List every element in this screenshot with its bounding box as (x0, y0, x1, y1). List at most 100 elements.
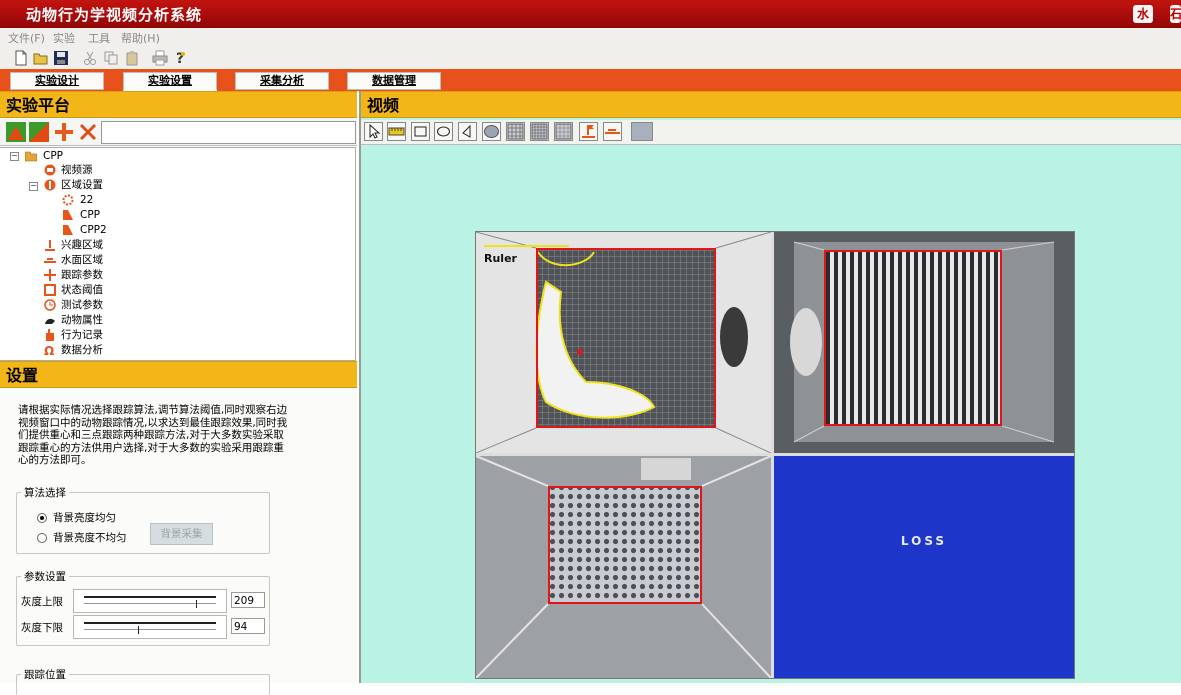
tree-item-region-cpp2[interactable]: CPP2 (80, 223, 107, 237)
filled-ellipse-icon (484, 125, 499, 138)
flag-icon (582, 125, 595, 138)
params-group-title: 参数设置 (21, 569, 69, 584)
tree-item-video-source[interactable]: 视频源 (61, 163, 93, 177)
roi-rectangle-1[interactable] (536, 248, 716, 428)
color-tool[interactable] (631, 122, 653, 141)
water-region-icon (44, 258, 56, 263)
tree-item-tracking-params[interactable]: 跟踪参数 (61, 268, 103, 282)
animal-attributes-icon (45, 318, 55, 324)
grid-tool-2[interactable] (530, 122, 549, 141)
open-folder-icon[interactable] (33, 50, 49, 66)
radio-uniform[interactable] (37, 513, 47, 523)
experiment-tree: − CPP 视频源 − 区域设置 22 CPP CPP2 兴趣区域 水面区域 跟… (0, 147, 356, 361)
help-icon[interactable]: ? (172, 50, 188, 66)
video-window: Ruler LOSS (475, 231, 1075, 679)
new-file-icon[interactable] (13, 50, 29, 66)
lower-limit-label: 灰度下限 (21, 622, 63, 634)
interest-region-icon (45, 240, 55, 251)
tab-experiment-design[interactable]: 实验设计 (10, 72, 104, 90)
camera-view-3 (476, 456, 771, 678)
algorithm-group-title: 算法选择 (21, 485, 69, 500)
lower-limit-value[interactable]: 94 (231, 618, 265, 634)
ellipse-icon (437, 126, 450, 137)
ruler-icon (388, 127, 405, 136)
menu-bar: 文件(F) 实验 工具 帮助(H) (0, 28, 1181, 48)
cut-icon[interactable] (82, 50, 98, 66)
tree-item-test-params[interactable]: 测试参数 (61, 298, 103, 312)
tree-item-animal-attributes[interactable]: 动物属性 (61, 313, 103, 327)
tracking-position-group: 跟踪位置 (16, 667, 270, 695)
tree-item-state-threshold[interactable]: 状态阈值 (61, 283, 103, 297)
paste-icon[interactable] (124, 50, 140, 66)
tree-item-water-region[interactable]: 水面区域 (61, 253, 103, 267)
params-group: 参数设置 灰度上限 209 灰度下限 94 (16, 569, 270, 646)
grid-icon (555, 123, 572, 140)
tab-strip: 实验设计 实验设置 采集分析 数据管理 (0, 69, 1181, 91)
grid-tool-1[interactable] (506, 122, 525, 141)
data-analysis-icon: Ω (44, 344, 54, 356)
lower-limit-slider[interactable] (73, 615, 227, 639)
window-button-1[interactable]: 水 (1133, 5, 1153, 23)
video-header: 视频 (361, 91, 1181, 118)
platform-header: 实验平台 (0, 91, 357, 118)
title-bar: 动物行为学视频分析系统 水 石 (0, 0, 1181, 28)
tab-data-management[interactable]: 数据管理 (347, 72, 441, 90)
tree-item-data-analysis[interactable]: 数据分析 (61, 343, 103, 357)
menu-file[interactable]: 文件(F) (8, 30, 45, 46)
tree-item-interest-region[interactable]: 兴趣区域 (61, 238, 103, 252)
ruler-tool[interactable] (387, 122, 406, 141)
menu-tools[interactable]: 工具 (88, 30, 110, 46)
print-icon[interactable] (152, 50, 168, 66)
add-icon[interactable] (54, 122, 74, 142)
behavior-record-icon (46, 329, 54, 341)
camera-view-4: LOSS (774, 456, 1074, 678)
region-shape-icon (63, 225, 73, 235)
settings-description: 请根据实际情况选择跟踪算法,调节算法阈值,同时观察右边视频窗口中的动物跟踪情况,… (18, 404, 288, 466)
filled-ellipse-tool[interactable] (482, 122, 501, 141)
upper-limit-slider[interactable] (73, 589, 227, 613)
window-title: 动物行为学视频分析系统 (26, 6, 203, 24)
menu-help[interactable]: 帮助(H) (121, 30, 160, 46)
tree-root-label[interactable]: CPP (43, 149, 63, 163)
radio-nonuniform-label: 背景亮度不均匀 (53, 532, 127, 544)
water-line-icon (605, 129, 620, 134)
delete-icon[interactable] (78, 122, 98, 142)
copy-icon[interactable] (103, 50, 119, 66)
tree-item-region-cpp[interactable]: CPP (80, 208, 100, 222)
radio-uniform-label: 背景亮度均匀 (53, 512, 116, 524)
tab-experiment-settings[interactable]: 实验设置 (123, 72, 217, 91)
add-region-orange-icon[interactable] (29, 122, 49, 142)
video-source-icon (44, 164, 56, 176)
select-tool[interactable] (364, 122, 383, 141)
menu-experiment[interactable]: 实验 (53, 30, 75, 46)
tab-capture-analysis[interactable]: 采集分析 (235, 72, 329, 90)
roi-rectangle-2[interactable] (824, 250, 1002, 426)
grid-tool-3[interactable] (554, 122, 573, 141)
add-region-green-icon[interactable] (6, 122, 26, 142)
algorithm-group: 算法选择 背景亮度均匀 背景亮度不均匀 背景采集 (16, 485, 270, 554)
svg-text:Ω: Ω (44, 344, 54, 356)
tree-item-region-settings[interactable]: 区域设置 (61, 178, 103, 192)
water-surface-tool[interactable] (603, 122, 622, 141)
tree-item-region-22[interactable]: 22 (80, 193, 93, 207)
roi-rectangle-3[interactable] (548, 486, 702, 604)
region-shape-icon (63, 210, 73, 220)
platform-toolbar (0, 119, 357, 146)
upper-limit-value[interactable]: 209 (231, 592, 265, 608)
ruler-label: Ruler (484, 252, 517, 265)
tree-collapse-region[interactable]: − (29, 182, 38, 191)
radio-nonuniform[interactable] (37, 533, 47, 543)
tracking-params-icon (44, 269, 56, 281)
save-icon[interactable] (53, 50, 69, 66)
interest-point-tool[interactable] (579, 122, 598, 141)
ellipse-tool[interactable] (434, 122, 453, 141)
background-capture-button[interactable]: 背景采集 (150, 523, 213, 545)
platform-name-field[interactable] (101, 121, 356, 144)
tree-item-behavior-record[interactable]: 行为记录 (61, 328, 103, 342)
tree-collapse-root[interactable]: − (10, 152, 19, 161)
rectangle-tool[interactable] (411, 122, 430, 141)
polygon-tool[interactable] (458, 122, 477, 141)
test-params-icon (44, 299, 56, 311)
window-button-2[interactable]: 石 (1170, 5, 1181, 23)
grid-icon (531, 123, 548, 140)
